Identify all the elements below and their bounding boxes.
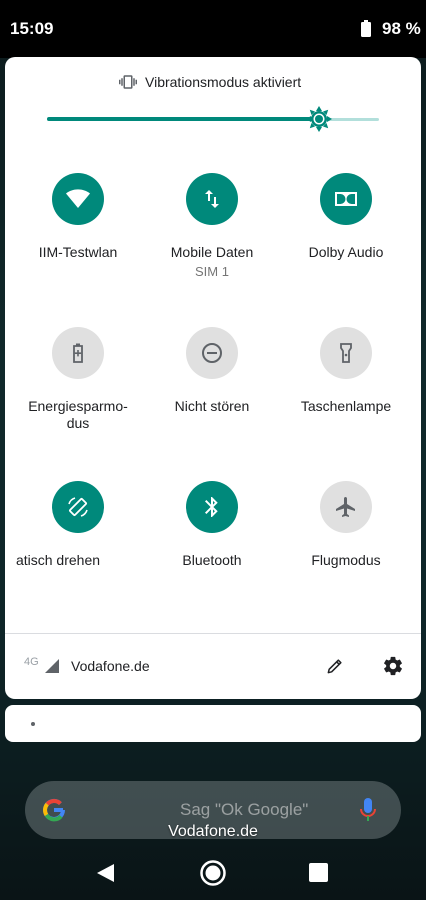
tile-battery-saver-button[interactable] [52,327,104,379]
dolby-icon [335,192,357,206]
navigation-bar [0,846,426,900]
quick-settings-footer: 4G Vodafone.de [5,634,421,699]
tile-wifi-label: IIM-Testwlan [38,244,118,260]
tile-wifi[interactable]: IIM-Testwlan [13,173,143,293]
airplane-icon [336,497,355,517]
tile-flashlight[interactable]: Taschenlampe [281,327,411,447]
tile-battery-saver-label: Energiesparmo- dus [28,398,128,431]
network-type: 4G [24,656,39,668]
wifi-icon [66,189,90,208]
tile-dolby-label: Dolby Audio [308,244,384,260]
tile-wifi-button[interactable] [52,173,104,225]
battery-saver-icon [73,343,83,363]
flashlight-icon [340,343,352,363]
tile-flashlight-label: Taschenlampe [300,398,392,414]
brightness-thumb-icon[interactable] [306,106,332,132]
sound-mode-indicator[interactable]: Vibrationsmodus aktiviert [5,71,421,95]
home-icon[interactable] [199,859,227,887]
tile-mobile-data-button[interactable] [186,173,238,225]
status-bar: 15:09 98 % [0,0,426,58]
lockscreen-carrier-label: Vodafone.de [168,823,258,840]
tile-do-not-disturb[interactable]: Nicht stören [147,327,277,447]
tile-bluetooth-button[interactable] [186,481,238,533]
tile-airplane[interactable]: Flugmodus [281,481,411,601]
tile-do-not-disturb-label: Nicht stören [174,398,250,414]
clock: 15:09 [10,19,54,38]
vibrate-icon [119,75,137,89]
tile-bluetooth[interactable]: Bluetooth [147,481,277,601]
brightness-slider[interactable] [47,106,379,132]
notification-dot [31,722,35,726]
sound-mode-text: Vibrationsmodus aktiviert [145,74,302,90]
tile-battery-saver[interactable]: Energiesparmo- dus [13,327,143,447]
mobile-data-icon [205,190,219,208]
tile-flashlight-button[interactable] [320,327,372,379]
do-not-disturb-icon [202,343,222,363]
tile-auto-rotate[interactable]: atisch drehen [13,481,143,601]
battery-percentage: 98 % [382,19,421,38]
brightness-fill [47,117,319,121]
gear-icon[interactable] [382,655,404,677]
carrier-name: Vodafone.de [71,658,150,674]
tile-airplane-button[interactable] [320,481,372,533]
tile-auto-rotate-button[interactable] [52,481,104,533]
search-hint: Sag "Ok Google" [180,800,309,819]
auto-rotate-icon [68,497,88,517]
tile-do-not-disturb-button[interactable] [186,327,238,379]
tile-bluetooth-label: Bluetooth [182,552,242,568]
edit-icon[interactable] [325,656,345,676]
tile-mobile-data-sublabel: SIM 1 [195,264,229,279]
tile-dolby[interactable]: Dolby Audio [281,173,411,293]
bluetooth-icon [205,497,218,517]
back-icon[interactable] [95,863,115,883]
tile-airplane-label: Flugmodus [311,552,381,568]
signal-strength-icon [45,659,59,673]
tile-mobile-data-label: Mobile Daten [170,244,254,260]
tile-auto-rotate-label: atisch drehen [15,552,101,568]
notification-card[interactable] [5,705,421,742]
battery-icon [361,20,371,37]
mic-icon[interactable] [359,797,377,823]
tile-mobile-data[interactable]: Mobile Daten SIM 1 [147,173,277,293]
google-logo-icon [43,798,65,822]
tile-dolby-button[interactable] [320,173,372,225]
quick-settings-panel: Vibrationsmodus aktiviert IIM-Testwlan M… [5,57,421,699]
recent-apps-icon[interactable] [309,863,328,882]
